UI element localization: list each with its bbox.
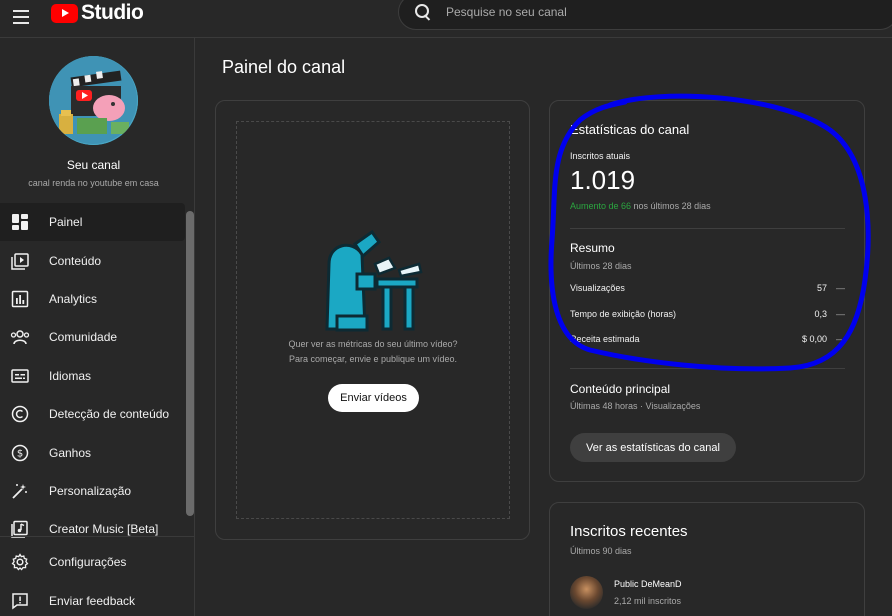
sidebar-item-label: Detecção de conteúdo [49,407,170,422]
channel-name: Seu canal [66,158,121,172]
subscriber-name[interactable]: Public DeMeanD [614,579,682,589]
analytics-icon [10,289,30,309]
recent-subscribers-period: Últimos 90 dias [570,546,632,556]
sidebar-item-label: Conteúdo [49,253,102,268]
sidebar-item-feedback[interactable]: Enviar feedback [0,581,185,616]
channel-avatar[interactable] [49,56,138,145]
content-icon [10,251,30,271]
sidebar-item-ganhos[interactable]: $ Ganhos [0,433,185,471]
metric-value: 57 [816,283,827,293]
subscriber-change-period: nos últimos 28 dias [631,201,711,211]
search-input[interactable] [446,5,846,19]
sidebar-item-label: Analytics [49,291,98,306]
metric-trend: — [836,334,845,344]
metric-label: Tempo de exibição (horas) [570,309,677,319]
svg-text:$: $ [17,448,23,459]
subscriber-subs-count: 2,12 mil inscritos [614,596,682,606]
sidebar-item-comunidade[interactable]: Comunidade [0,318,185,356]
sidebar-item-personalizacao[interactable]: Personalização [0,472,185,510]
channel-stats-card: Estatísticas do canal Inscritos atuais 1… [549,100,865,482]
upload-prompt-line1: Quer ver as métricas do seu último vídeo… [288,339,458,349]
stats-divider [570,368,845,369]
metric-label: Receita estimada [570,334,640,344]
recent-subscribers-card: Inscritos recentes Últimos 90 dias Publi… [549,502,865,616]
gear-icon [10,552,30,572]
top-bar: Studio [0,0,892,38]
upload-videos-button[interactable]: Enviar vídeos [328,384,419,412]
sidebar-item-label: Comunidade [49,330,118,345]
summary-title: Resumo [570,241,615,255]
upload-card: Quer ver as métricas do seu último vídeo… [215,100,530,540]
metric-row-watch-time[interactable]: Tempo de exibição (horas) 0,3 — [570,309,845,323]
sidebar-item-deteccao[interactable]: Detecção de conteúdo [0,395,185,433]
sidebar-item-label: Painel [49,215,83,230]
top-content-title: Conteúdo principal [570,382,671,396]
upload-prompt-line2: Para começar, envie e publique um vídeo. [288,354,458,364]
sidebar-item-analytics[interactable]: Analytics [0,280,185,318]
community-icon [10,327,30,347]
youtube-play-icon [51,3,78,23]
view-channel-analytics-button[interactable]: Ver as estatísticas do canal [570,433,736,462]
upload-prompt-text: Quer ver as métricas do seu último vídeo… [237,337,509,367]
search-icon[interactable] [415,4,431,20]
feedback-icon [10,591,30,611]
summary-period: Últimos 28 dias [570,261,632,271]
sidebar-bottom-nav: Configurações Enviar feedback [0,543,185,616]
customization-icon [10,481,30,501]
sidebar-item-painel[interactable]: Painel [0,203,185,242]
sidebar-item-label: Creator Music [Beta] [49,522,159,537]
subscriber-increase: Aumento de 66 [570,201,632,211]
channel-description: canal renda no youtube em casa [28,178,159,188]
youtube-studio-logo[interactable]: Studio [51,1,144,24]
hamburger-menu-icon[interactable] [10,6,32,28]
sidebar-item-configuracoes[interactable]: Configurações [0,543,185,581]
subscriber-avatar[interactable] [570,576,603,609]
earn-icon: $ [10,443,30,463]
metric-value: $ 0,00 [801,334,827,344]
metric-row-revenue[interactable]: Receita estimada $ 0,00 — [570,334,845,348]
sidebar: Seu canal canal renda no youtube em casa… [0,38,195,616]
metric-trend: — [836,283,845,293]
subscriber-count: 1.019 [570,165,636,195]
stats-divider [570,228,845,229]
logo-text: Studio [81,1,144,24]
sidebar-divider [0,536,195,537]
page-title: Painel do canal [222,57,346,77]
current-subscribers-label: Inscritos atuais [570,151,631,161]
metric-trend: — [836,309,845,319]
subscriber-change: Aumento de 66 nos últimos 28 dias [570,201,711,211]
sidebar-item-label: Idiomas [49,368,92,383]
upload-dropzone[interactable]: Quer ver as métricas do seu último vídeo… [236,121,510,519]
upload-illustration [317,224,435,334]
subtitles-icon [10,366,30,386]
sidebar-item-label: Ganhos [49,445,92,460]
recent-subscribers-title: Inscritos recentes [570,523,688,540]
sidebar-scrollbar[interactable] [186,211,194,516]
stats-title: Estatísticas do canal [570,122,690,137]
sidebar-item-conteudo[interactable]: Conteúdo [0,241,185,279]
metric-label: Visualizações [570,283,625,293]
search-bar[interactable] [398,0,892,30]
sidebar-item-label: Enviar feedback [49,593,136,608]
metric-value: 0,3 [814,309,827,319]
sidebar-item-label: Configurações [49,555,127,570]
metric-row-views[interactable]: Visualizações 57 — [570,283,845,297]
dashboard-icon [10,212,30,232]
sidebar-item-idiomas[interactable]: Idiomas [0,357,185,395]
top-content-period: Últimas 48 horas · Visualizações [570,401,701,411]
copyright-icon [10,404,30,424]
sidebar-item-label: Personalização [49,483,132,498]
sidebar-nav: Painel Conteúdo Analytics Comunidade Idi… [0,203,185,549]
